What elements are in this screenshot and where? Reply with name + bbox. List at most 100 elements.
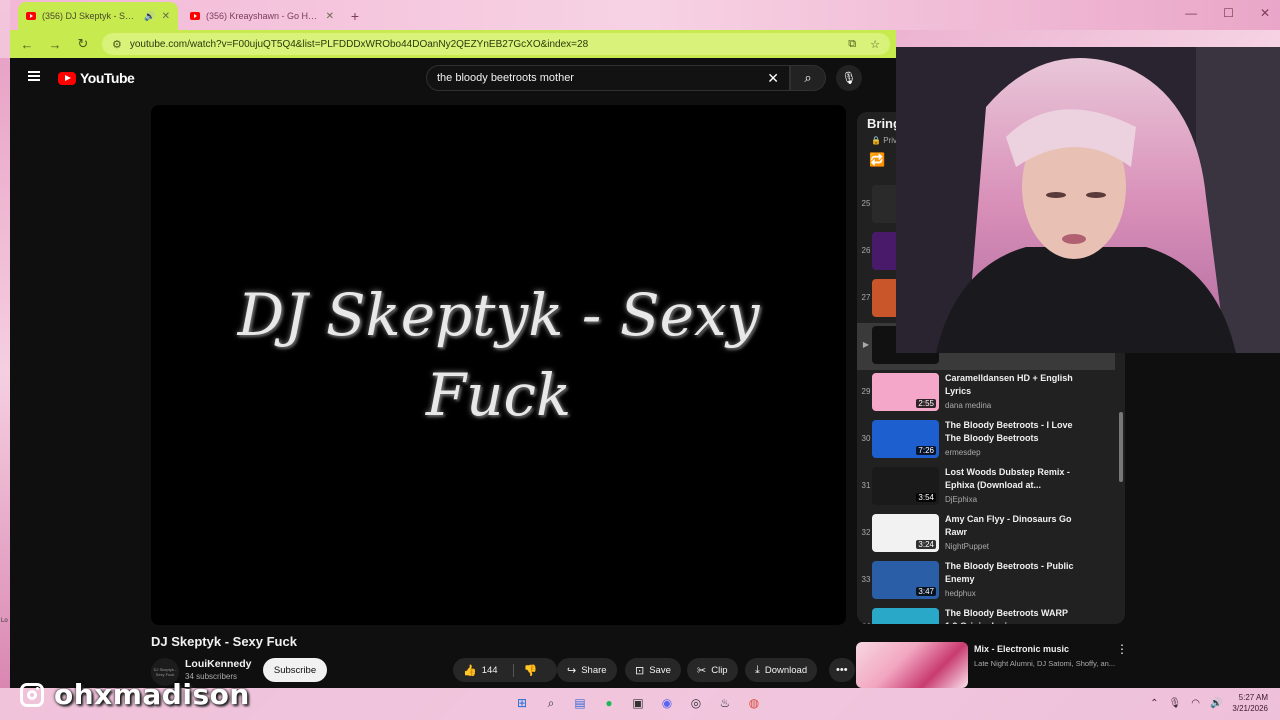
more-actions-button[interactable]: ••• — [829, 658, 855, 682]
save-label: Save — [649, 664, 671, 676]
playlist-item-title[interactable]: Caramelldansen HD + English Lyrics — [945, 372, 1075, 398]
playlist-item[interactable]: 33 3:47 The Bloody Beetroots - Public En… — [857, 558, 1115, 605]
mix-recommendation[interactable]: Mix - Electronic music Late Night Alumni… — [856, 640, 1128, 688]
share-button[interactable]: ↪ Share — [557, 658, 617, 682]
scissors-icon: ✂ — [697, 664, 707, 677]
playlist-item[interactable]: 32 3:24 Amy Can Flyy - Dinosaurs Go Rawr… — [857, 511, 1115, 558]
microphone-icon[interactable]: 🎙 — [1169, 698, 1182, 709]
wifi-icon[interactable]: ◠ — [1191, 698, 1200, 709]
tab-close-icon[interactable]: ✕ — [162, 11, 170, 22]
logo-text: YouTube — [80, 70, 135, 86]
playlist-item-title[interactable]: The Bloody Beetroots - Public Enemy — [945, 560, 1075, 586]
minimize-icon[interactable]: — — [1185, 6, 1197, 20]
thumbs-up-icon[interactable]: 👍 — [463, 664, 477, 677]
playlist-thumbnail[interactable]: 3:54 — [872, 467, 939, 505]
microphone-icon: 🎙 — [841, 71, 857, 85]
browser-tab-active[interactable]: (356) DJ Skeptyk - Sexy Fu 🔊 ✕ — [18, 2, 178, 30]
playlist-item-title[interactable]: Amy Can Flyy - Dinosaurs Go Rawr — [945, 513, 1075, 539]
playlist-thumbnail[interactable]: 3:24 — [872, 514, 939, 552]
instagram-icon — [20, 682, 44, 707]
close-window-icon[interactable]: ✕ — [1260, 6, 1270, 20]
cast-icon[interactable]: ⧉ — [848, 38, 856, 51]
playlist-item[interactable]: 34 The Bloody Beetroots WARP 1.9 Origina… — [857, 605, 1115, 624]
time: 5:27 AM — [1238, 693, 1268, 702]
clock[interactable]: 5:27 AM 3/21/2026 — [1232, 692, 1268, 714]
playlist-item-title[interactable]: The Bloody Beetroots WARP 1.9 Original m… — [945, 607, 1075, 624]
obs-icon[interactable]: ◎ — [686, 693, 706, 713]
playlist-item[interactable]: 30 7:26 The Bloody Beetroots - I Love Th… — [857, 417, 1115, 464]
duration-badge: 3:24 — [916, 540, 936, 549]
browser-tab[interactable]: (356) Kreayshawn - Go Hard (L ✕ — [182, 2, 342, 30]
windows-start-icon[interactable]: ⊞ — [512, 693, 532, 713]
playlist-item-title[interactable]: Lost Woods Dubstep Remix - Ephixa (Downl… — [945, 466, 1075, 492]
back-arrow-icon[interactable]: ← — [18, 37, 36, 52]
date: 3/21/2026 — [1232, 704, 1268, 713]
playlist-item-channel: ermesdep — [945, 448, 981, 457]
window-controls: — ☐ ✕ — [1185, 6, 1270, 20]
reload-icon[interactable]: ↻ — [74, 36, 92, 52]
playlist-thumbnail[interactable]: 3:47 — [872, 561, 939, 599]
bookmark-icon: ⊡ — [635, 664, 645, 677]
mix-subtitle: Late Night Alumni, DJ Satomi, Shoffy, an… — [974, 659, 1116, 668]
search-icon[interactable]: ⌕ — [541, 693, 561, 713]
playlist-item-channel: dana medina — [945, 401, 992, 410]
new-tab-icon[interactable]: + — [346, 2, 364, 30]
thumbs-down-icon[interactable]: 👎 — [512, 663, 537, 677]
tab-label: (356) Kreayshawn - Go Hard (L — [206, 11, 320, 21]
mix-title[interactable]: Mix - Electronic music — [974, 644, 1069, 654]
more-dots-icon: ••• — [836, 664, 848, 676]
playlist-thumbnail[interactable] — [872, 608, 939, 624]
clip-button[interactable]: ✂ Clip — [687, 658, 738, 682]
spotify-icon[interactable]: ● — [599, 693, 619, 713]
channel-name[interactable]: LouiKennedy — [185, 658, 252, 670]
playlist-item-channel: hedphux — [945, 589, 976, 598]
notepad-icon[interactable]: ▤ — [570, 693, 590, 713]
browser-tab-strip: (356) DJ Skeptyk - Sexy Fu 🔊 ✕ (356) Kre… — [10, 0, 1280, 30]
search-button[interactable]: ⌕ — [790, 65, 826, 91]
duration-badge: 3:54 — [916, 493, 936, 502]
loop-icon[interactable]: 🔁 — [869, 152, 885, 168]
playlist-scrollbar[interactable] — [1119, 412, 1123, 482]
search-icon: ⌕ — [804, 70, 812, 85]
playlist-item-title[interactable]: The Bloody Beetroots - I Love The Bloody… — [945, 419, 1075, 445]
duration-badge: 2:55 — [916, 399, 936, 408]
site-info-icon[interactable]: ⚙ — [112, 38, 122, 51]
share-icon: ↪ — [567, 664, 577, 677]
playlist-thumbnail[interactable]: 7:26 — [872, 420, 939, 458]
playlist-item-channel: DjEphixa — [945, 495, 978, 504]
youtube-favicon-icon — [190, 12, 200, 20]
voice-search-button[interactable]: 🎙 — [836, 65, 862, 91]
system-tray: ⌃ 🎙 ◠ 🔊 5:27 AM 3/21/2026 — [1150, 692, 1268, 714]
volume-icon[interactable]: 🔊 — [1210, 698, 1222, 709]
playlist-item[interactable]: 31 3:54 Lost Woods Dubstep Remix - Ephix… — [857, 464, 1115, 511]
mix-thumbnail[interactable] — [856, 642, 968, 688]
clear-search-icon[interactable]: ✕ — [767, 70, 779, 87]
save-button[interactable]: ⊡ Save — [625, 658, 681, 682]
video-player[interactable]: DJ Skeptyk - Sexy Fuck — [151, 105, 846, 625]
playlist-item-channel: NightPuppet — [945, 542, 990, 551]
tab-close-icon[interactable]: ✕ — [326, 11, 334, 22]
speaker-icon[interactable]: 🔊 — [144, 11, 155, 22]
more-vert-icon[interactable]: ⋮ — [1116, 642, 1128, 656]
youtube-favicon-icon — [26, 12, 36, 20]
search-input[interactable]: the bloody beetroots mother ✕ — [426, 65, 790, 91]
playlist-item[interactable]: 29 2:55 Caramelldansen HD + English Lyri… — [857, 370, 1115, 417]
steam-icon[interactable]: ♨ — [715, 693, 735, 713]
like-count[interactable]: 144 — [482, 665, 498, 676]
forward-arrow-icon[interactable]: → — [46, 37, 64, 52]
discord-icon[interactable]: ◉ — [657, 693, 677, 713]
url-text: youtube.com/watch?v=F00ujuQT5Q4&list=PLF… — [129, 38, 589, 50]
subscribe-button[interactable]: Subscribe — [263, 658, 327, 682]
youtube-logo[interactable]: YouTube — [58, 70, 135, 86]
chrome-icon[interactable]: ◍ — [744, 693, 764, 713]
video-frame-text: DJ Skeptyk - Sexy Fuck — [237, 281, 760, 429]
chevron-up-icon[interactable]: ⌃ — [1150, 698, 1158, 709]
bookmark-star-icon[interactable]: ☆ — [870, 38, 880, 51]
playlist-thumbnail[interactable]: 2:55 — [872, 373, 939, 411]
download-button[interactable]: ⤓ Download — [745, 658, 818, 682]
menu-icon[interactable] — [28, 71, 40, 81]
address-bar[interactable]: ⚙ youtube.com/watch?v=F00ujuQT5Q4&list=P… — [102, 33, 890, 55]
maximize-icon[interactable]: ☐ — [1223, 6, 1234, 20]
download-icon: ⤓ — [755, 663, 760, 676]
app-icon[interactable]: ▣ — [628, 693, 648, 713]
